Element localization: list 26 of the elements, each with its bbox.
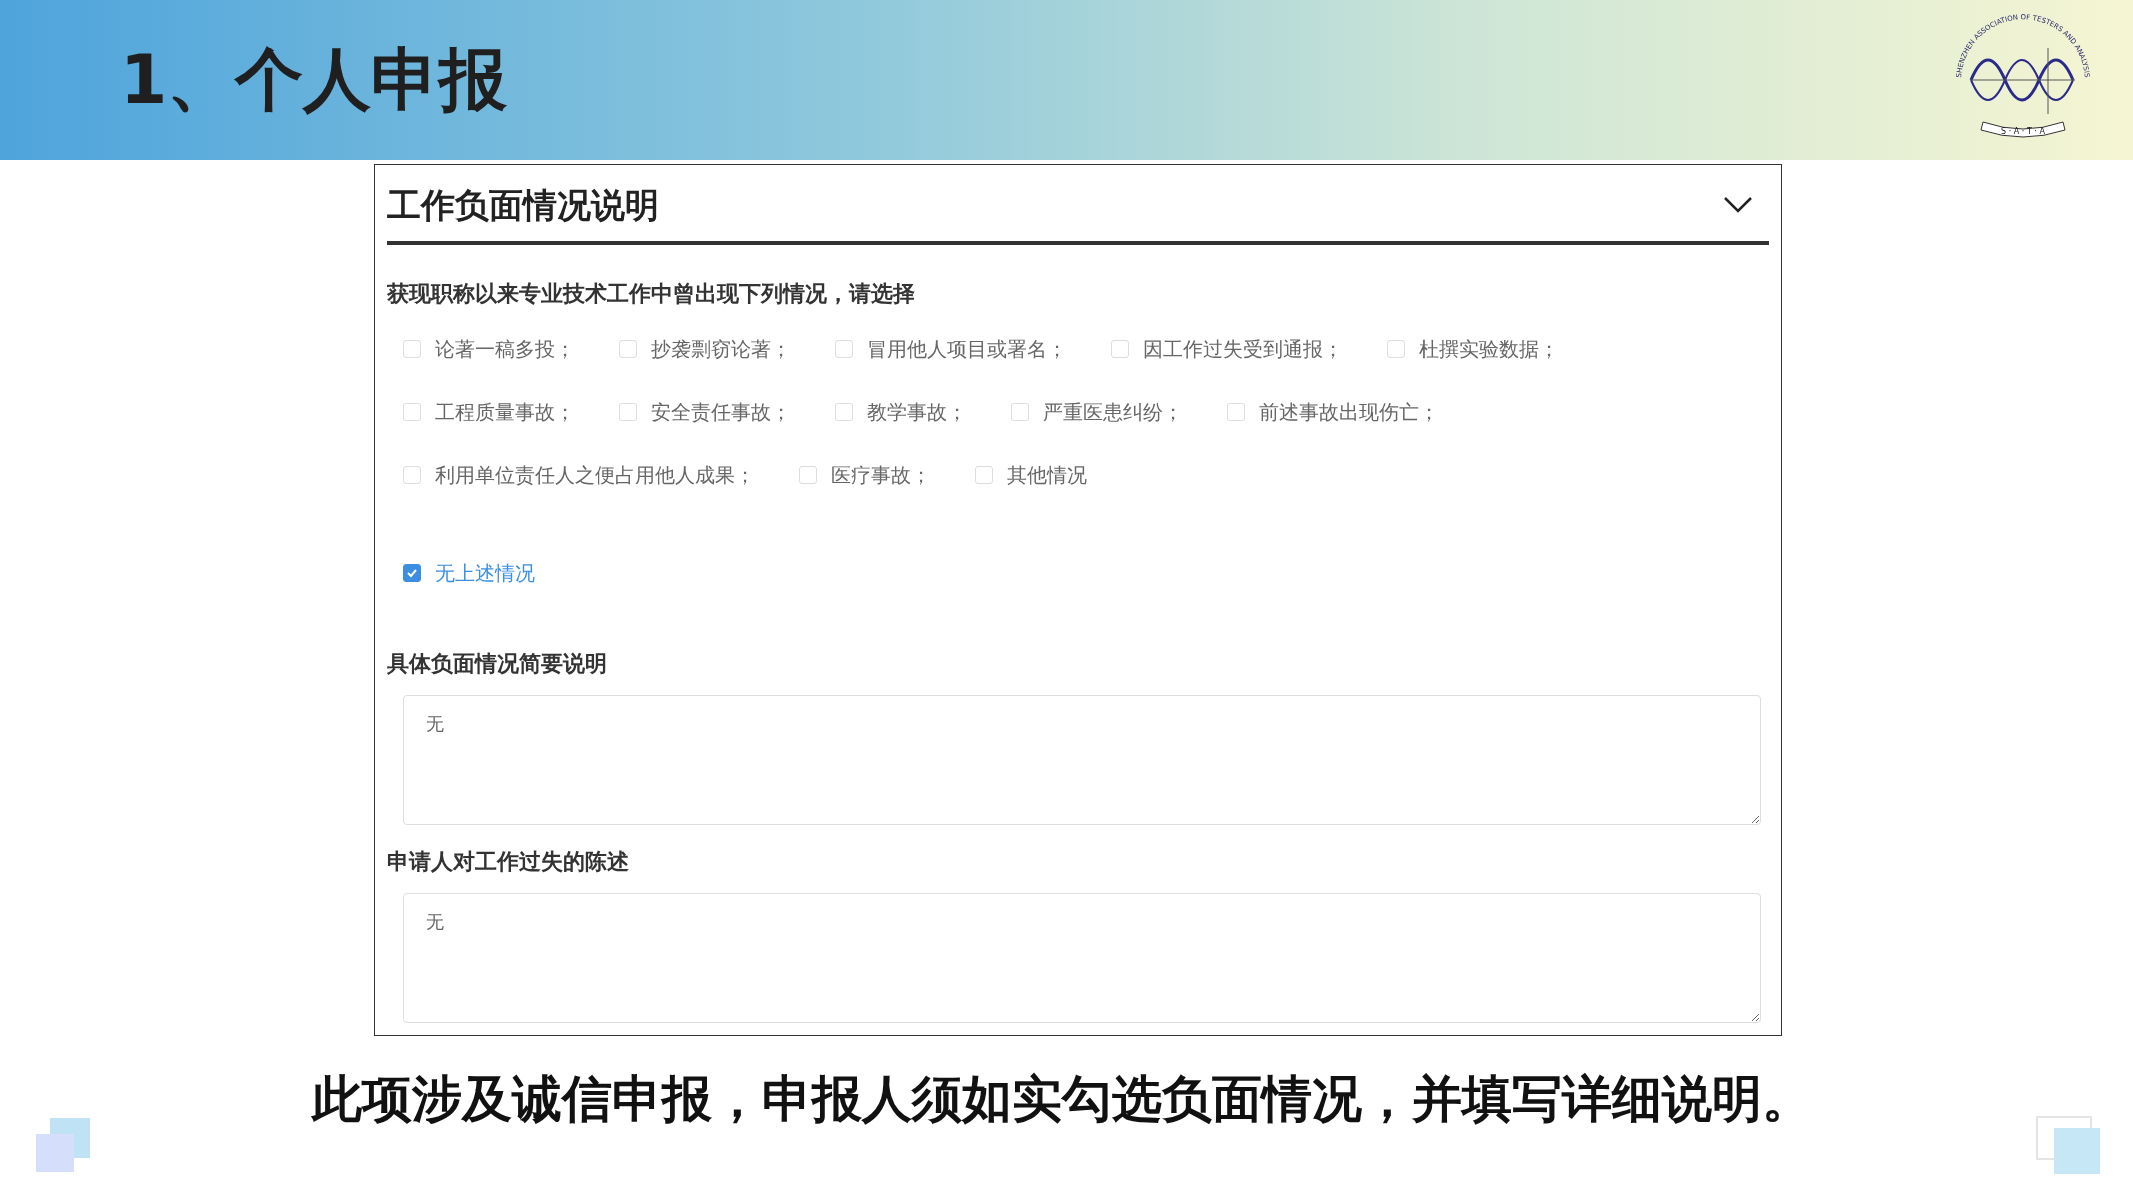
checkbox-option[interactable]: 前述事故出现伤亡； <box>1227 402 1439 422</box>
checkbox-option[interactable]: 抄袭剽窃论著； <box>619 339 791 359</box>
slide-caption: 此项涉及诚信申报，申报人须如实勾选负面情况，并填写详细说明。 <box>312 1074 1813 1124</box>
section-title: 工作负面情况说明 <box>387 188 659 222</box>
checkbox-option[interactable]: 杜撰实验数据； <box>1387 339 1559 359</box>
checkbox[interactable] <box>403 564 421 582</box>
text-area[interactable]: 无 <box>403 695 1761 825</box>
decorative-squares <box>36 1118 92 1174</box>
question-label: 获现职称以来专业技术工作中曾出现下列情况，请选择 <box>387 283 916 305</box>
checkbox-option[interactable]: 论著一稿多投； <box>403 339 575 359</box>
check-icon <box>406 567 418 579</box>
slide-title: 1、个人申报 <box>120 46 508 114</box>
checkbox-option[interactable]: 冒用他人项目或署名； <box>835 339 1067 359</box>
checkbox-option[interactable]: 利用单位责任人之便占用他人成果； <box>403 465 755 485</box>
checkbox-option[interactable]: 医疗事故； <box>799 465 931 485</box>
text-area[interactable]: 无 <box>403 893 1761 1023</box>
checkbox-option[interactable]: 因工作过失受到通报； <box>1111 339 1343 359</box>
field-label: 具体负面情况简要说明 <box>387 653 608 675</box>
checkbox-option[interactable]: 严重医患纠纷； <box>1011 402 1183 422</box>
field-label: 申请人对工作过失的陈述 <box>387 851 630 873</box>
chevron-icon[interactable] <box>1723 196 1753 214</box>
checkbox-option[interactable]: 教学事故； <box>835 402 967 422</box>
checkbox-option[interactable]: 安全责任事故； <box>619 402 791 422</box>
checkbox-option[interactable]: 无上述情况 <box>403 563 1769 583</box>
checkbox-option[interactable]: 工程质量事故； <box>403 402 575 422</box>
checkbox-option[interactable]: 其他情况 <box>975 465 1087 485</box>
